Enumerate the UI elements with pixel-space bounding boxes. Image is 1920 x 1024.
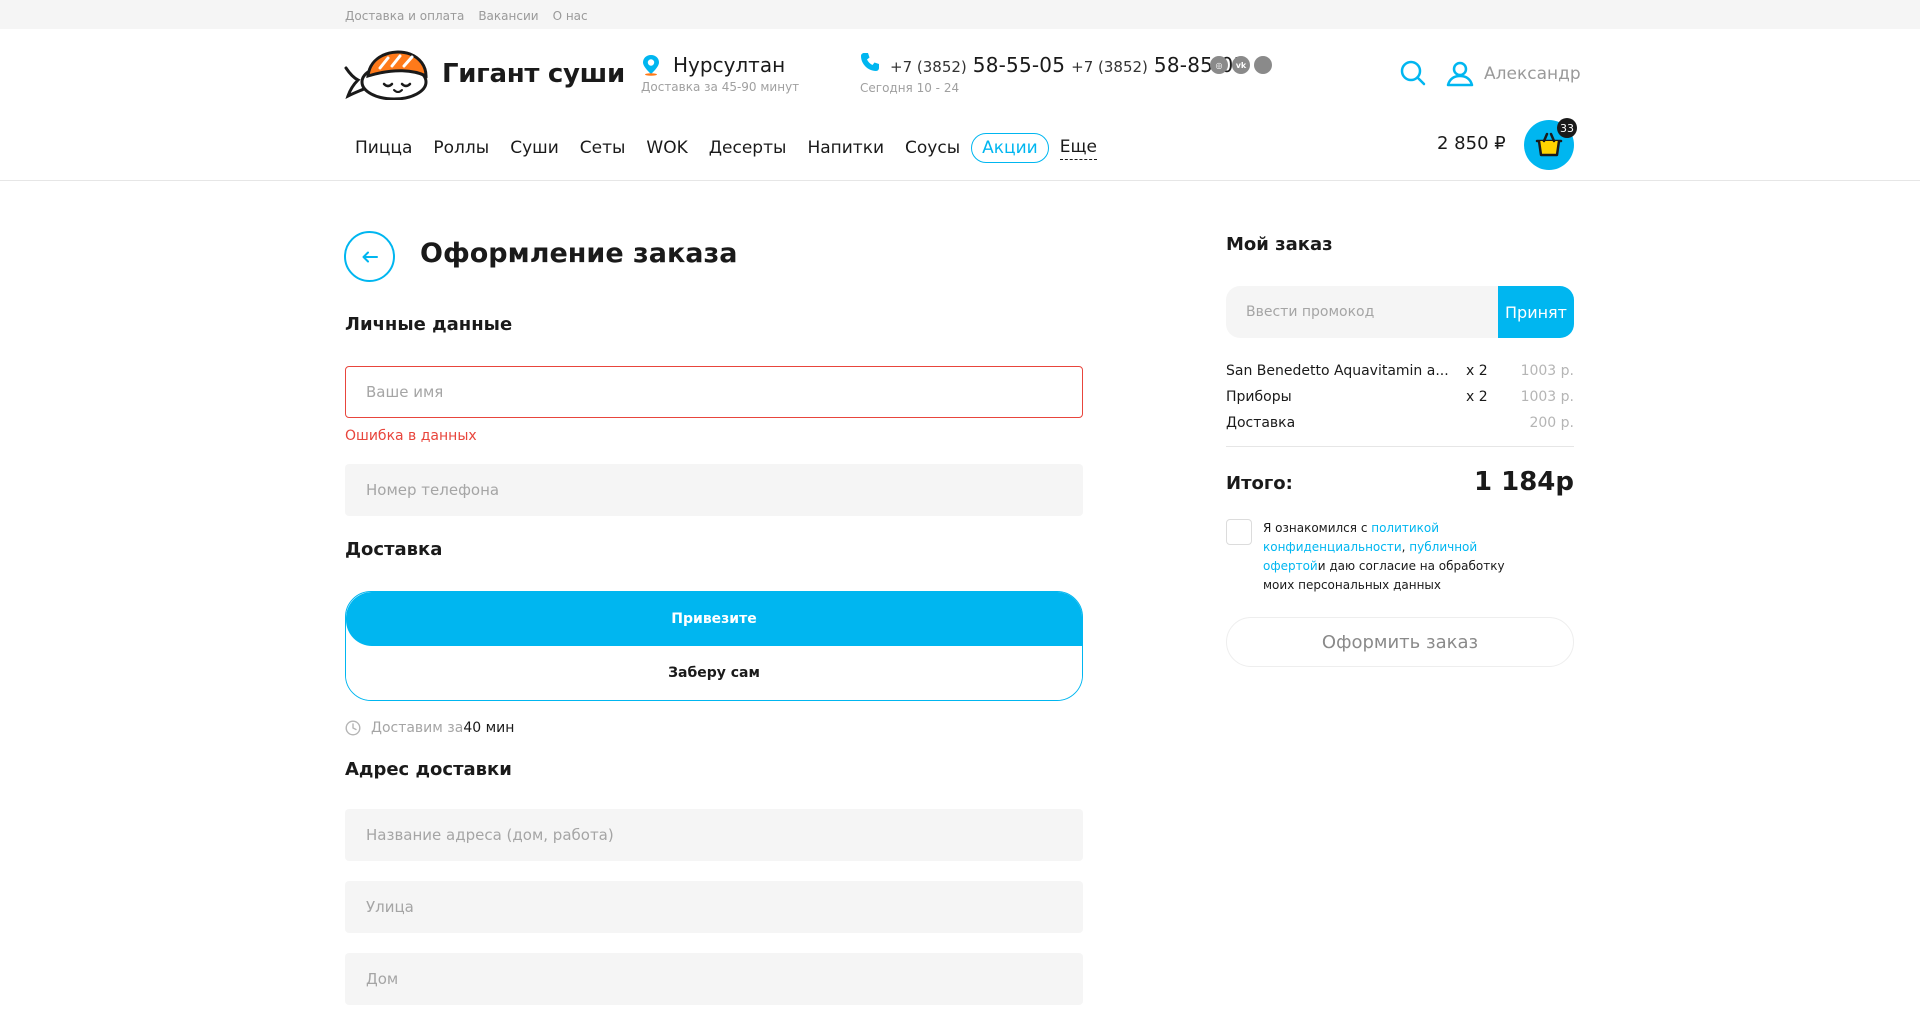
brand-name: Гигант суши: [442, 59, 625, 89]
phone-2-prefix: +7 (3852): [1071, 58, 1148, 76]
city-name: Нурсултан: [673, 53, 786, 77]
delivery-option-pickup[interactable]: Заберу сам: [346, 646, 1082, 700]
consent-block: Я ознакомился с политикой конфиденциальн…: [1226, 519, 1523, 595]
vk-icon[interactable]: vk: [1232, 56, 1250, 74]
nav-item-desserts[interactable]: Десерты: [709, 138, 787, 158]
cart-button[interactable]: 33: [1524, 118, 1577, 170]
main-nav: Пицца Роллы Суши Сеты WOK Десерты Напитк…: [355, 133, 1118, 163]
name-input[interactable]: [345, 366, 1083, 418]
basket-icon: [1535, 132, 1563, 157]
item-name: Приборы: [1226, 389, 1292, 405]
total-label: Итого:: [1226, 473, 1293, 494]
item-name: Доставка: [1226, 415, 1296, 431]
total-value: 1 184р: [1473, 467, 1574, 497]
working-hours: Сегодня 10 - 24: [860, 81, 960, 95]
nav-item-sushi[interactable]: Суши: [510, 138, 559, 158]
name-error-message: Ошибка в данных: [345, 428, 477, 444]
item-price: 200 р.: [1529, 415, 1574, 431]
item-price: 1003 р.: [1520, 389, 1574, 405]
nav-item-sauces[interactable]: Соусы: [905, 138, 960, 158]
list-item: San Benedetto Aquavitamin a... x 2 1003 …: [1226, 358, 1574, 384]
delivery-title: Доставка: [345, 539, 443, 560]
house-input[interactable]: [345, 953, 1083, 1005]
nav-item-wok[interactable]: WOK: [646, 138, 687, 158]
item-price: 1003 р.: [1520, 363, 1574, 379]
personal-data-title: Личные данные: [345, 314, 513, 335]
cart-count-badge: 33: [1557, 118, 1577, 138]
page-title: Оформление заказа: [420, 238, 738, 269]
logo[interactable]: Гигант суши: [344, 48, 625, 100]
user-icon: [1446, 61, 1474, 87]
nav-item-more[interactable]: Еще: [1059, 137, 1097, 160]
nav-item-promotions[interactable]: Акции: [971, 133, 1049, 163]
social-links: ◎ vk: [1210, 56, 1272, 74]
top-links: Доставка и оплата Вакансии О нас: [345, 9, 588, 23]
top-link-vacancies[interactable]: Вакансии: [478, 9, 538, 23]
social-icon[interactable]: [1254, 56, 1272, 74]
arrow-left-icon: [362, 251, 378, 262]
delivery-method-toggle: Привезите Заберу сам: [345, 591, 1083, 701]
consent-checkbox[interactable]: [1226, 519, 1252, 545]
address-title: Адрес доставки: [345, 759, 512, 780]
delivery-time-note: Доставка за 45-90 минут: [641, 80, 800, 94]
item-name: San Benedetto Aquavitamin a...: [1226, 363, 1449, 379]
phone-1-number[interactable]: 58-55-05: [973, 53, 1065, 77]
nav-item-drinks[interactable]: Напитки: [807, 138, 884, 158]
consent-text: Я ознакомился с политикой конфиденциальн…: [1263, 519, 1523, 595]
eta-label: Доставим за: [371, 720, 464, 736]
order-items: San Benedetto Aquavitamin a... x 2 1003 …: [1226, 358, 1574, 436]
header-divider: [0, 180, 1920, 181]
promo-code-input[interactable]: [1226, 286, 1516, 338]
top-bar: Доставка и оплата Вакансии О нас: [0, 0, 1920, 29]
list-item: Приборы x 2 1003 р.: [1226, 384, 1574, 410]
nav-item-pizza[interactable]: Пицца: [355, 138, 412, 158]
top-link-about[interactable]: О нас: [553, 9, 588, 23]
instagram-icon[interactable]: ◎: [1210, 56, 1228, 74]
back-button[interactable]: [344, 231, 395, 282]
delivery-eta: Доставим за 40 мин: [345, 720, 514, 736]
street-input[interactable]: [345, 881, 1083, 933]
delivery-option-courier[interactable]: Привезите: [346, 592, 1082, 646]
search-icon: [1400, 60, 1426, 86]
place-order-button[interactable]: Оформить заказ: [1226, 617, 1574, 667]
nav-item-sets[interactable]: Сеты: [580, 138, 626, 158]
logo-mascot-icon: [344, 50, 428, 100]
consent-prefix: Я ознакомился с: [1263, 521, 1372, 535]
address-name-input[interactable]: [345, 809, 1083, 861]
promo-apply-button[interactable]: Принят: [1498, 286, 1574, 338]
clock-icon: [345, 720, 361, 736]
phone-input[interactable]: [345, 464, 1083, 516]
search-button[interactable]: [1400, 60, 1426, 90]
location-pin-icon: [643, 55, 659, 76]
user-name: Александр: [1484, 64, 1581, 84]
cart-total[interactable]: 2 850 ₽: [1437, 133, 1506, 154]
top-link-delivery[interactable]: Доставка и оплата: [345, 9, 464, 23]
phones-block: +7 (3852) 58-55-05 +7 (3852) 58-85-05 Се…: [860, 52, 1246, 95]
list-item: Доставка 200 р.: [1226, 410, 1574, 436]
eta-value: 40 мин: [463, 720, 515, 736]
phone-1-prefix: +7 (3852): [890, 58, 967, 76]
summary-divider: [1226, 446, 1574, 447]
item-qty: x 2: [1466, 363, 1488, 379]
city-selector[interactable]: Нурсултан Доставка за 45-90 минут: [641, 53, 799, 94]
nav-item-rolls[interactable]: Роллы: [433, 138, 489, 158]
promo-code-block: Принят: [1226, 286, 1574, 338]
phone-icon: [861, 53, 879, 71]
order-summary-title: Мой заказ: [1226, 234, 1333, 255]
user-account[interactable]: Александр: [1446, 61, 1581, 87]
item-qty: x 2: [1466, 389, 1488, 405]
